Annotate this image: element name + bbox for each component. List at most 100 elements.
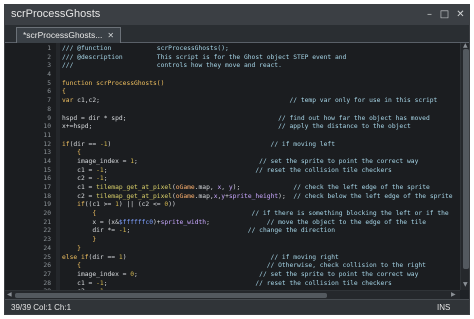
line-number: 6 xyxy=(47,88,51,96)
line-content[interactable]: { xyxy=(62,88,66,97)
code-line[interactable]: 8 xyxy=(5,106,460,115)
code-token: $ffffffc0 xyxy=(118,218,153,226)
code-token: -1 xyxy=(99,140,108,148)
line-content[interactable]: c2 = -1; xyxy=(62,175,108,184)
vertical-scroll-thumb[interactable] xyxy=(463,49,469,269)
line-content[interactable]: var c1,c2; // temp var only for use in t… xyxy=(62,97,437,106)
close-window-button[interactable]: ✕ xyxy=(454,9,467,20)
line-content[interactable]: if((c1 >= 1) || (c2 <= 0)) xyxy=(62,201,176,210)
code-token: tilemap_get_at_pixel xyxy=(96,184,172,191)
line-content[interactable]: } xyxy=(62,236,96,245)
code-line[interactable]: 19 if((c1 >= 1) || (c2 <= 0)) xyxy=(5,201,460,210)
code-token: // set the sprite to point the correct w… xyxy=(137,270,419,278)
line-number: 4 xyxy=(47,71,51,79)
line-content[interactable]: hspd = dir * spd; // find out how far th… xyxy=(62,115,430,124)
line-number: 12 xyxy=(43,140,51,148)
line-content[interactable]: { xyxy=(62,149,81,158)
code-line[interactable]: 17 c1 = tilemap_get_at_pixel(oGame.map, … xyxy=(5,184,460,193)
code-line[interactable]: 26 { // Otherwise, check collision to th… xyxy=(5,262,460,271)
line-number: 21 xyxy=(43,218,51,226)
code-line[interactable]: 11 xyxy=(5,132,460,141)
code-token: // check below the left edge of the spri… xyxy=(285,192,453,200)
code-line[interactable]: 3 /// controls how they move and react. xyxy=(5,62,460,71)
vertical-scrollbar[interactable]: ▲ ▼ xyxy=(460,42,469,290)
line-content[interactable]: image_index = 1; // set the sprite to po… xyxy=(62,158,418,167)
line-number: 1 xyxy=(47,45,51,52)
line-content[interactable]: x+=hspd; // apply the distance to the ob… xyxy=(62,123,411,132)
code-line[interactable]: 7 var c1,c2; // temp var only for use in … xyxy=(5,97,460,106)
code-line[interactable]: 1 /// @function scrProcessGhosts(); xyxy=(5,45,460,54)
code-line[interactable]: 4 xyxy=(5,71,460,80)
code-token: /// @function scrProcessGhosts(); xyxy=(62,45,229,52)
code-line[interactable]: 12 if(dir == -1) // if moving left xyxy=(5,141,460,150)
line-content[interactable]: c1 = -1; // reset the collision tile che… xyxy=(62,167,392,176)
code-line[interactable]: 9 hspd = dir * spd; // find out how far t… xyxy=(5,115,460,124)
maximize-button[interactable]: □ xyxy=(438,9,451,20)
code-line[interactable]: 10 x+=hspd; // apply the distance to the … xyxy=(5,123,460,132)
code-line[interactable]: 25 else if(dir == 1) // if moving right xyxy=(5,254,460,263)
tab-close-icon[interactable]: ✕ xyxy=(107,31,114,40)
line-number: 11 xyxy=(43,131,51,139)
editor-window: scrProcessGhosts – □ ✕ *scrProcessGhosts… xyxy=(4,4,470,315)
scroll-left-icon[interactable]: ◀ xyxy=(7,291,12,299)
line-content[interactable]: c1 = -1; // reset the collision tile che… xyxy=(62,280,392,289)
scroll-right-icon[interactable]: ▶ xyxy=(451,291,456,299)
title-bar[interactable]: scrProcessGhosts – □ ✕ xyxy=(5,5,469,25)
code-token: tilemap_get_at_pixel xyxy=(96,192,172,200)
horizontal-scroll-thumb[interactable] xyxy=(15,293,327,298)
line-content[interactable]: image_index = 0; // set the sprite to po… xyxy=(62,271,418,280)
code-token: // set the sprite to point the correct w… xyxy=(137,157,419,165)
line-content[interactable]: if(dir == -1) // if moving left xyxy=(62,141,335,150)
code-line[interactable]: 23 } xyxy=(5,236,460,245)
line-content[interactable]: c2 = tilemap_get_at_pixel(oGame.map,x,y+… xyxy=(62,192,453,202)
code-token: oGame xyxy=(175,192,195,200)
code-token: ) || (c2 <= xyxy=(118,201,165,209)
line-content[interactable]: { // if there is something blocking the … xyxy=(62,210,448,219)
minimize-button[interactable]: – xyxy=(423,9,436,20)
code-token: -1 xyxy=(96,175,104,183)
code-line[interactable]: 20 { // if there is something blocking t… xyxy=(5,210,460,219)
line-content[interactable]: dir *= -1; // change the direction xyxy=(62,227,335,236)
insert-mode-indicator[interactable]: INS xyxy=(437,303,450,312)
code-token: -1 xyxy=(96,279,104,287)
code-token: ; xyxy=(103,175,108,183)
line-number: 3 xyxy=(47,62,51,70)
line-content[interactable]: { // Otherwise, check collision to the r… xyxy=(62,262,426,271)
line-number: 18 xyxy=(43,192,51,200)
code-line[interactable]: 14 image_index = 1; // set the sprite to… xyxy=(5,158,460,167)
line-number: 15 xyxy=(43,166,51,174)
code-line[interactable]: 5 function scrProcessGhosts() xyxy=(5,80,460,89)
code-line[interactable]: 22 dir *= -1; // change the direction xyxy=(5,227,460,236)
code-line[interactable]: 24 } xyxy=(5,245,460,254)
code-line[interactable]: 6{ xyxy=(5,88,460,97)
code-line[interactable]: 18 c2 = tilemap_get_at_pixel(oGame.map,x… xyxy=(5,193,460,202)
line-content[interactable]: /// @description This script is for the … xyxy=(62,54,346,63)
line-content[interactable]: } xyxy=(62,245,81,254)
line-content[interactable]: /// @function scrProcessGhosts(); xyxy=(62,45,229,54)
code-editor[interactable]: 1 /// @function scrProcessGhosts(); 2 /// @… xyxy=(5,43,460,290)
code-token: { xyxy=(62,262,81,270)
code-line[interactable]: 28 c1 = -1; // reset the collision tile … xyxy=(5,280,460,289)
code-token: /// controls how they move and react. xyxy=(62,62,282,70)
code-token: (dir == xyxy=(88,253,119,261)
code-line[interactable]: 27 image_index = 0; // set the sprite to… xyxy=(5,271,460,280)
line-content[interactable]: /// controls how they move and react. xyxy=(62,62,282,71)
line-number: 7 xyxy=(47,97,51,105)
code-line[interactable]: 13 { xyxy=(5,149,460,158)
code-token: else if xyxy=(62,253,89,261)
line-content[interactable]: c1 = tilemap_get_at_pixel(oGame.map, x, … xyxy=(62,184,430,193)
code-line[interactable]: 16 c2 = -1; xyxy=(5,175,460,184)
line-content[interactable]: x = (x&$ffffffc0)+sprite_width; // move … xyxy=(62,219,426,228)
line-content[interactable]: function scrProcessGhosts() xyxy=(62,80,164,89)
code-line[interactable]: 15 c1 = -1; // reset the collision tile … xyxy=(5,167,460,176)
line-content[interactable]: else if(dir == 1) // if moving right xyxy=(62,254,339,263)
tab-scrprocessghosts[interactable]: *scrProcessGhosts... ✕ xyxy=(16,27,122,43)
code-area[interactable]: 1 /// @function scrProcessGhosts(); 2 /// @… xyxy=(5,45,460,290)
line-number: 27 xyxy=(43,270,51,278)
line-number: 25 xyxy=(43,253,51,261)
code-token: c2 = xyxy=(62,192,97,200)
code-line[interactable]: 2 /// @description This script is for the… xyxy=(5,54,460,63)
scroll-down-icon[interactable]: ▼ xyxy=(463,281,468,289)
code-line[interactable]: 21 x = (x&$ffffffc0)+sprite_width; // mo… xyxy=(5,219,460,228)
code-token: x = (x& xyxy=(62,218,119,226)
